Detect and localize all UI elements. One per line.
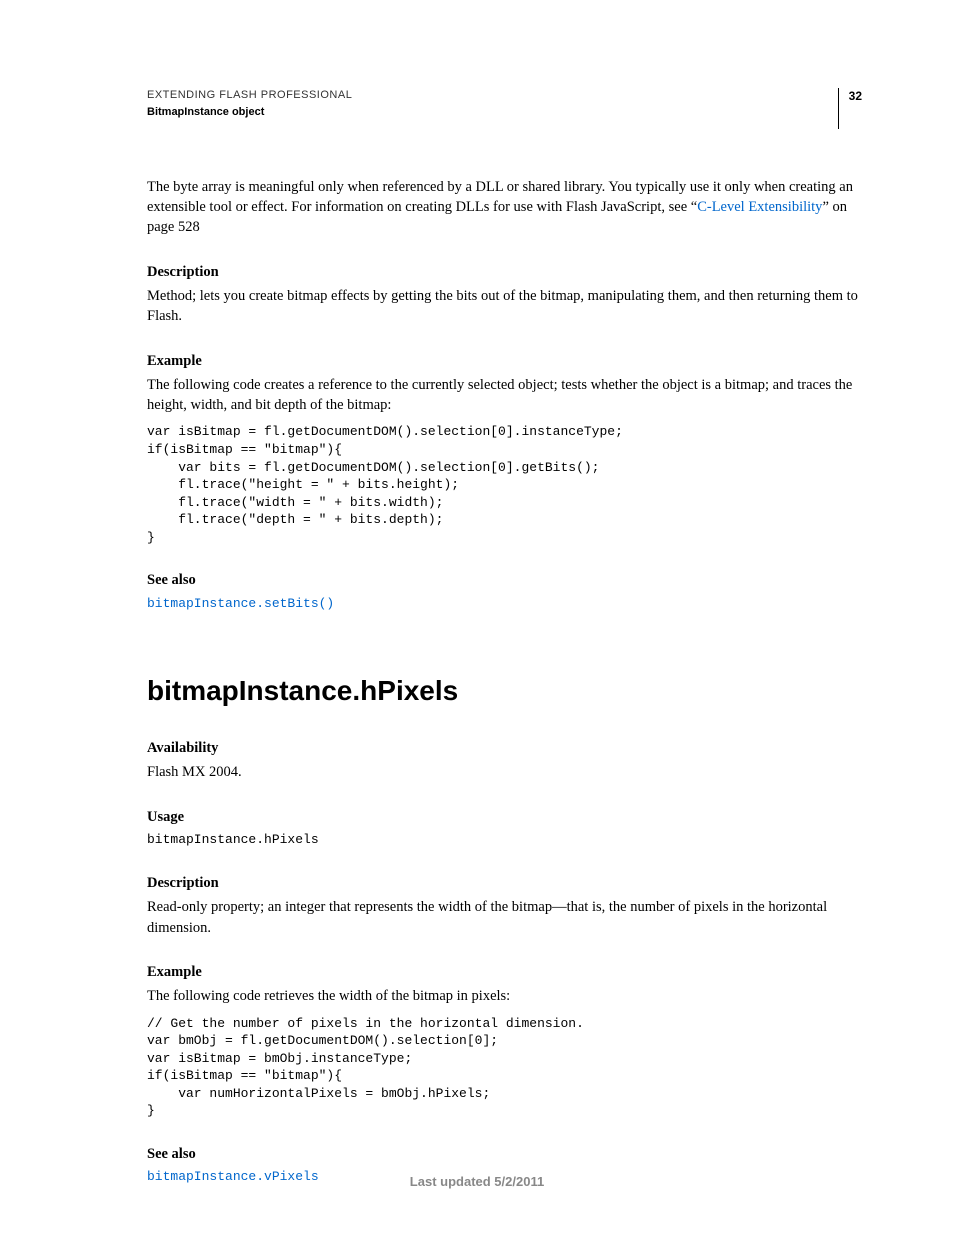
see-also-heading-2: See also bbox=[147, 1144, 862, 1164]
page-number-value: 32 bbox=[849, 89, 862, 103]
intro-paragraph: The byte array is meaningful only when r… bbox=[147, 177, 862, 238]
usage-heading: Usage bbox=[147, 807, 862, 827]
example-heading: Example bbox=[147, 351, 862, 371]
doc-section-title: BitmapInstance object bbox=[147, 105, 352, 120]
description-body: Method; lets you create bitmap effects b… bbox=[147, 286, 862, 327]
usage-code: bitmapInstance.hPixels bbox=[147, 831, 862, 849]
availability-body: Flash MX 2004. bbox=[147, 762, 862, 782]
page-number: 32 bbox=[838, 88, 862, 129]
example-body: The following code creates a reference t… bbox=[147, 375, 862, 416]
c-level-extensibility-link[interactable]: C-Level Extensibility bbox=[697, 199, 822, 215]
availability-heading: Availability bbox=[147, 738, 862, 758]
description-heading: Description bbox=[147, 262, 862, 282]
example-code-block: var isBitmap = fl.getDocumentDOM().selec… bbox=[147, 423, 862, 546]
example-code-block-2: // Get the number of pixels in the horiz… bbox=[147, 1015, 862, 1120]
page-header: EXTENDING FLASH PROFESSIONAL BitmapInsta… bbox=[147, 88, 862, 129]
header-left-block: EXTENDING FLASH PROFESSIONAL BitmapInsta… bbox=[147, 88, 352, 121]
see-also-link-setbits[interactable]: bitmapInstance.setBits() bbox=[147, 595, 862, 613]
example-body-2: The following code retrieves the width o… bbox=[147, 986, 862, 1006]
description-body-2: Read-only property; an integer that repr… bbox=[147, 897, 862, 938]
see-also-heading: See also bbox=[147, 570, 862, 590]
doc-series-title: EXTENDING FLASH PROFESSIONAL bbox=[147, 88, 352, 103]
last-updated-text: Last updated 5/2/2011 bbox=[410, 1174, 544, 1189]
description-heading-2: Description bbox=[147, 873, 862, 893]
example-heading-2: Example bbox=[147, 962, 862, 982]
page-footer: Last updated 5/2/2011 bbox=[0, 1173, 954, 1191]
topic-title-hpixels: bitmapInstance.hPixels bbox=[147, 671, 862, 710]
